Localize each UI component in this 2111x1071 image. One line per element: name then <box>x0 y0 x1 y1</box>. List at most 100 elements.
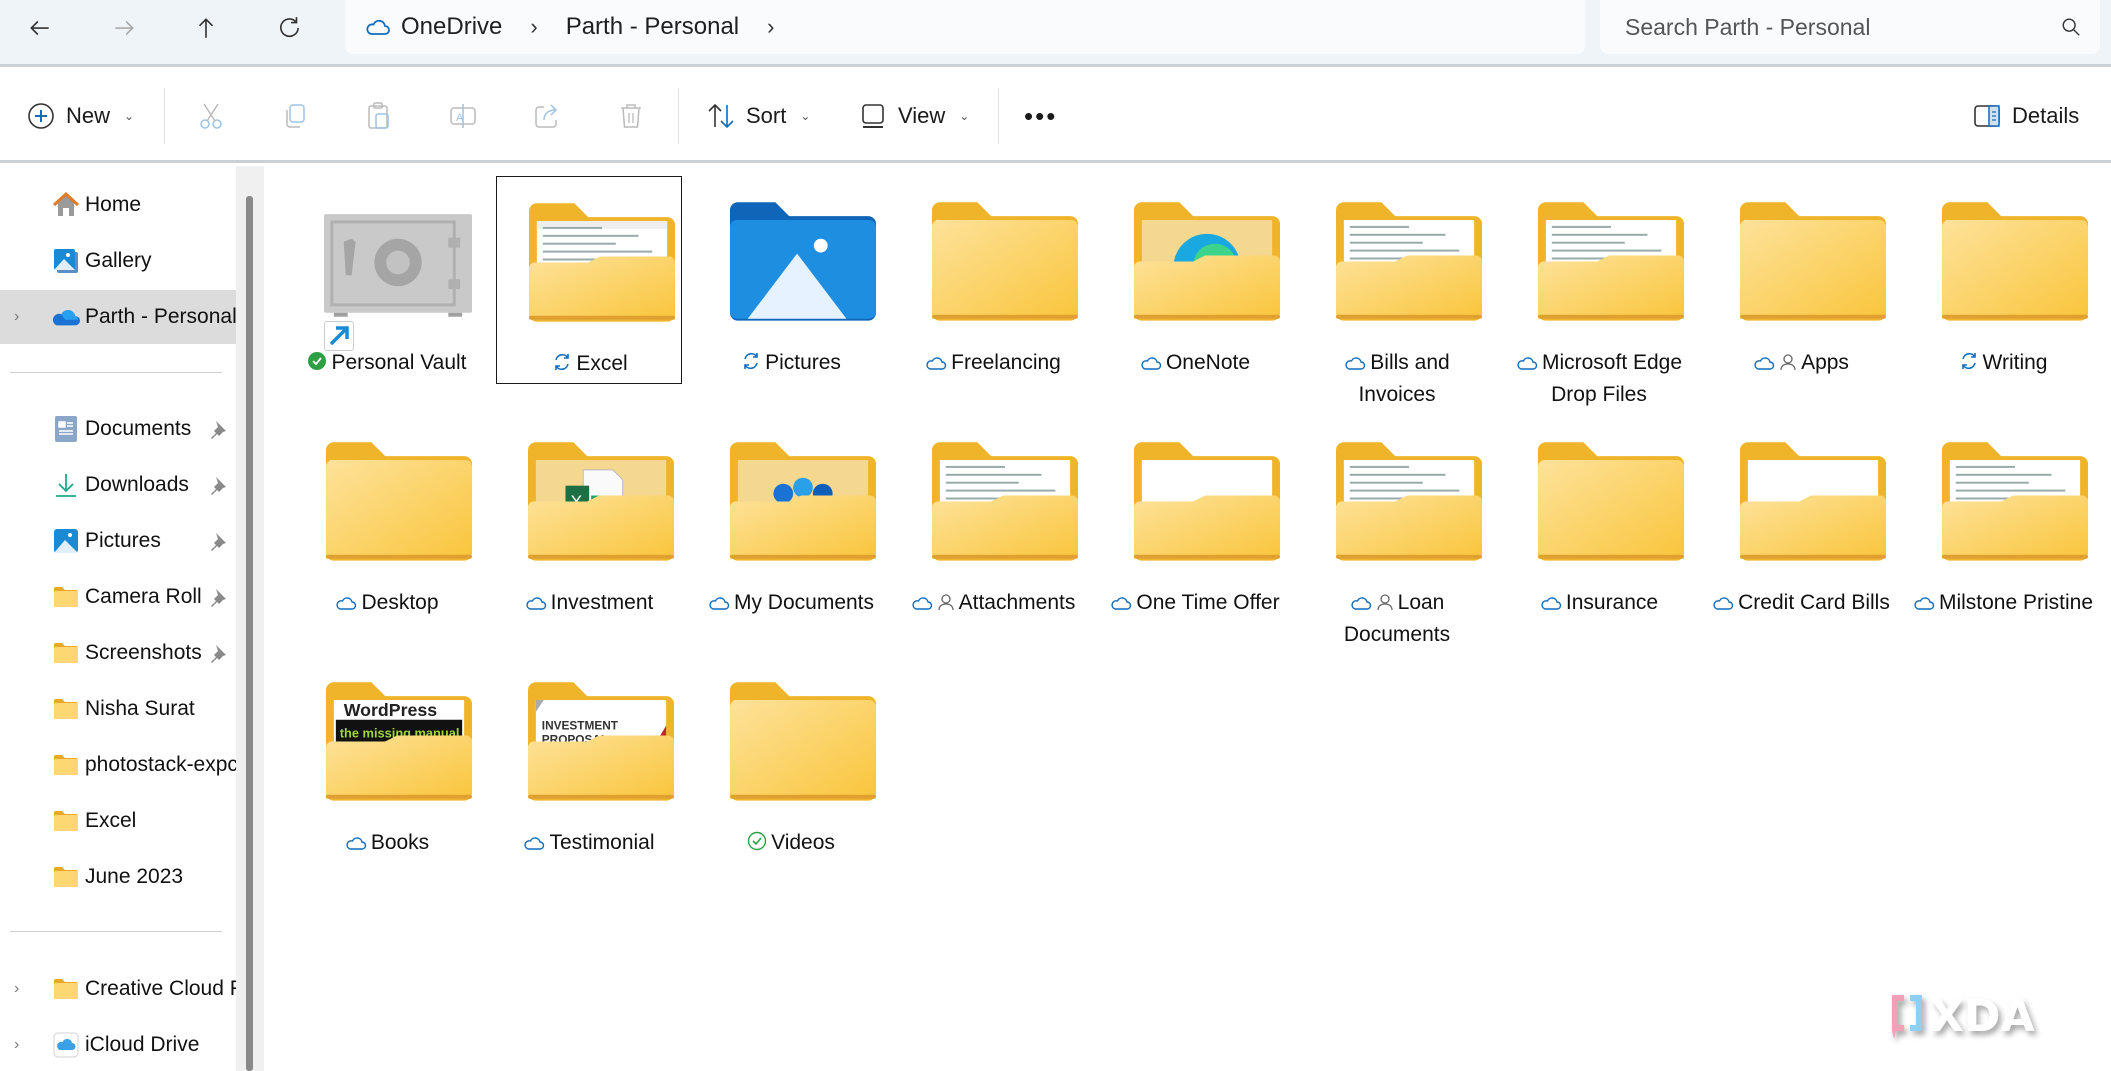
sidebar-item-photostack[interactable]: photostack-expc <box>0 738 236 792</box>
folder-tile[interactable]: Microsoft Edge Drop Files <box>1506 176 1692 406</box>
breadcrumb-chevron-icon[interactable]: › <box>530 14 537 40</box>
folder-tile[interactable]: Pictures <box>698 176 884 384</box>
sidebar-item-screenshots[interactable]: Screenshots <box>0 626 236 680</box>
folder-tile[interactable]: Excel <box>496 176 682 384</box>
folder-tile[interactable]: Bills and Invoices <box>1304 176 1490 406</box>
chevron-right-icon[interactable]: › <box>14 308 19 326</box>
address-bar[interactable]: OneDrive › Parth - Personal › <box>345 0 1585 54</box>
chevron-right-icon[interactable]: › <box>14 1036 19 1054</box>
details-button[interactable]: Details <box>1972 88 2079 144</box>
shared-person-icon <box>1780 354 1796 371</box>
folder-tile[interactable]: OneNote <box>1102 176 1288 384</box>
new-button[interactable]: New ⌄ <box>26 88 134 144</box>
pin-icon[interactable] <box>208 419 228 439</box>
folder-tile[interactable]: Personal Vault <box>294 176 480 384</box>
folder-name: Books <box>294 828 480 860</box>
sidebar-item-downloads[interactable]: Downloads <box>0 458 236 512</box>
up-button[interactable] <box>184 6 228 50</box>
sidebar-item-camera-roll[interactable]: Camera Roll <box>0 570 236 624</box>
sidebar-item-excel[interactable]: Excel <box>0 794 236 848</box>
folder-tile[interactable]: My Documents <box>698 416 884 624</box>
chevron-down-icon: ⌄ <box>800 109 811 123</box>
pin-icon[interactable] <box>208 643 228 663</box>
sidebar-item-home[interactable]: Home <box>0 178 236 232</box>
refresh-button[interactable] <box>268 6 312 50</box>
more-options-button[interactable]: ••• <box>1024 88 1057 144</box>
folder-icon <box>52 863 80 891</box>
forward-button[interactable] <box>102 6 146 50</box>
watermark-text: XDA <box>1930 991 2035 1042</box>
folder-name: One Time Offer <box>1102 588 1288 620</box>
sync-status-icon <box>1961 353 1976 369</box>
toolbar-divider <box>678 88 679 144</box>
folder-tile[interactable]: One Time Offer <box>1102 416 1288 624</box>
folder-name: Apps <box>1708 348 1894 380</box>
paste-button[interactable] <box>364 88 394 144</box>
folder-name: Credit Card Bills <box>1708 588 1894 620</box>
synced-check-icon <box>308 352 327 370</box>
rename-button[interactable]: A <box>448 88 478 144</box>
search-box[interactable] <box>1600 0 2100 54</box>
sidebar-item-creative-cloud[interactable]: › Creative Cloud F <box>0 962 236 1016</box>
folder-tile[interactable]: Credit Card Bills <box>1708 416 1894 624</box>
back-button[interactable] <box>18 6 62 50</box>
pin-icon[interactable] <box>208 587 228 607</box>
folder-tile[interactable]: Milstone Pristine <box>1910 416 2096 624</box>
breadcrumb-onedrive[interactable]: OneDrive <box>365 13 502 41</box>
folder-icon <box>52 583 80 611</box>
sidebar-item-icloud-drive[interactable]: › iCloud Drive <box>0 1018 236 1071</box>
folder-tile[interactable]: Attachments <box>900 416 1086 624</box>
sidebar-item-pictures[interactable]: Pictures <box>0 514 236 568</box>
cloud-status-icon <box>912 597 932 610</box>
sidebar-item-nisha-surat[interactable]: Nisha Surat <box>0 682 236 736</box>
folder-tile[interactable]: Insurance <box>1506 416 1692 624</box>
pin-icon[interactable] <box>208 475 228 495</box>
search-icon[interactable] <box>2060 16 2082 38</box>
trash-icon <box>621 104 641 128</box>
sort-icon <box>708 103 734 129</box>
folder-thumbnail-icon <box>1334 436 1484 561</box>
cloud-status-icon <box>1754 357 1775 370</box>
cut-button[interactable] <box>196 88 226 144</box>
cloud-icon <box>366 19 390 35</box>
folder-thumbnail-icon <box>728 436 878 561</box>
folder-thumbnail-icon: X <box>526 436 676 561</box>
folder-label: Attachments <box>958 591 1076 614</box>
folder-label: OneNote <box>1165 351 1251 374</box>
sidebar-label: Pictures <box>85 529 161 552</box>
sort-button[interactable]: Sort ⌄ <box>706 88 810 144</box>
folder-tile[interactable]: Freelancing <box>900 176 1086 384</box>
folder-tile[interactable]: Writing <box>1910 176 2096 384</box>
chevron-right-icon[interactable]: › <box>14 980 19 998</box>
folder-tile[interactable]: INVESTMENT PROPOSAL Testimonial <box>496 656 682 864</box>
folder-name: Testimonial <box>496 828 682 860</box>
breadcrumb-chevron-icon[interactable]: › <box>767 14 774 40</box>
sidebar-label: Documents <box>85 417 192 440</box>
sidebar-label: iCloud Drive <box>85 1033 200 1056</box>
view-button[interactable]: View ⌄ <box>858 88 969 144</box>
cloud-status-icon <box>1713 597 1734 610</box>
folder-tile[interactable]: X Investment <box>496 416 682 624</box>
view-icon <box>862 104 884 128</box>
folder-tile[interactable]: Apps <box>1708 176 1894 384</box>
sidebar-item-june-2023[interactable]: June 2023 <box>0 850 236 904</box>
folder-tile[interactable]: Loan Documents <box>1304 416 1490 646</box>
search-input[interactable] <box>1625 13 2060 41</box>
sidebar-item-gallery[interactable]: Gallery <box>0 234 236 288</box>
pin-icon[interactable] <box>208 531 228 551</box>
folder-tile[interactable]: Videos <box>698 656 884 864</box>
sidebar-item-documents[interactable]: Documents <box>0 402 236 456</box>
sidebar-scrollbar-thumb[interactable] <box>246 196 253 1071</box>
sidebar-item-parth-personal[interactable]: › Parth - Personal <box>0 290 236 344</box>
folder-tile[interactable]: Desktop <box>294 416 480 624</box>
breadcrumb-parth-personal[interactable]: Parth - Personal <box>566 13 739 41</box>
folder-tile[interactable]: WordPress the missing manual Books <box>294 656 480 864</box>
folder-thumbnail-icon: WordPress the missing manual <box>324 676 474 801</box>
view-label: View <box>898 103 946 128</box>
breadcrumb-label: OneDrive <box>401 13 503 40</box>
share-button[interactable] <box>532 88 562 144</box>
sidebar-label: Screenshots <box>85 641 202 664</box>
copy-button[interactable] <box>280 88 310 144</box>
delete-button[interactable] <box>616 88 646 144</box>
svg-text:A: A <box>456 112 464 124</box>
